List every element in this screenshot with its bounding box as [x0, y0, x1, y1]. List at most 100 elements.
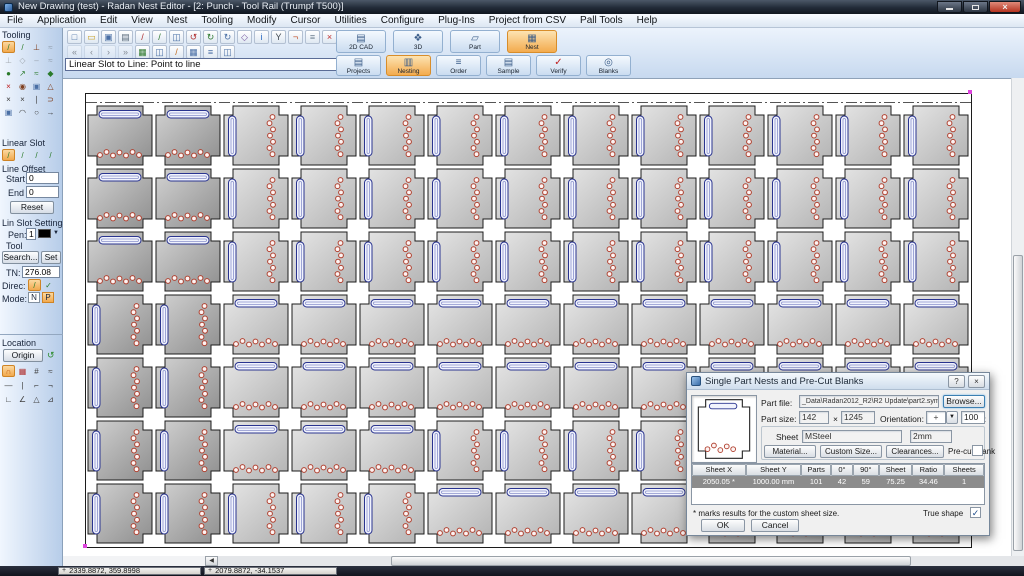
menu-nest[interactable]: Nest [160, 14, 195, 27]
tool-delete-icon[interactable]: × [2, 80, 15, 92]
origin-pick-icon[interactable]: ↺ [47, 350, 55, 361]
tool-linear-slot-icon[interactable]: / [2, 41, 15, 53]
clearances-button[interactable]: Clearances... [886, 445, 944, 458]
menu-cursor[interactable]: Cursor [284, 14, 328, 27]
table-header-0-[interactable]: 0° [831, 464, 853, 476]
snap-intersection-icon[interactable]: # [30, 365, 43, 377]
ok-button[interactable]: OK [701, 519, 745, 532]
mode-n-toggle[interactable]: N [28, 292, 40, 303]
print-icon[interactable]: ▤ [118, 30, 133, 44]
mode-p-toggle[interactable]: P [42, 292, 54, 303]
edit-pencil-icon[interactable]: / [135, 30, 150, 44]
close-button[interactable]: × [989, 1, 1021, 13]
orientation-dropdown[interactable]: + [926, 411, 946, 424]
snap-angle-icon[interactable]: ∠ [16, 393, 29, 405]
first-sheet-icon[interactable]: « [67, 45, 82, 59]
sketch-zoom-icon[interactable]: / [169, 45, 184, 59]
menu-project-from-csv[interactable]: Project from CSV [482, 14, 573, 27]
open-file-icon[interactable]: ▭ [84, 30, 99, 44]
draw-pen-icon[interactable]: / [152, 30, 167, 44]
tool-perp-slot-icon[interactable]: ⊥ [2, 54, 15, 66]
menu-tooling[interactable]: Tooling [194, 14, 240, 27]
true-shape-checkbox[interactable]: ✓ [970, 507, 981, 518]
workflow-verify[interactable]: ✓Verify [536, 55, 581, 76]
tool-cross-a-icon[interactable]: × [2, 93, 15, 105]
linear-slot-mid-icon[interactable]: / [16, 149, 29, 161]
tool-stamp-icon[interactable]: ▣ [30, 80, 43, 92]
tool-shape-icon[interactable]: △ [44, 80, 57, 92]
tool-cross-b-icon[interactable]: × [16, 93, 29, 105]
tool-slot-pair-icon[interactable]: ⊥ [30, 41, 43, 53]
pen-color-swatch[interactable] [38, 229, 51, 238]
menu-file[interactable]: File [0, 14, 30, 27]
start-input[interactable]: 0 [26, 172, 59, 184]
copy-icon[interactable]: ◫ [169, 30, 184, 44]
tool-eye-icon[interactable]: ◉ [16, 80, 29, 92]
minimize-button[interactable] [937, 1, 962, 13]
cancel-button[interactable]: Cancel [751, 519, 799, 532]
workflow-order[interactable]: ≡Order [436, 55, 481, 76]
snap-triangle-icon[interactable]: △ [30, 393, 43, 405]
save-file-icon[interactable]: ▣ [101, 30, 116, 44]
table-header-sheet-x[interactable]: Sheet X [692, 464, 746, 476]
info-icon[interactable]: i [254, 30, 269, 44]
horizontal-scrollbar[interactable]: ◀ [63, 556, 1024, 566]
split-view-icon[interactable]: ◫ [220, 45, 235, 59]
tool-fit-slot-icon[interactable]: ≈ [44, 54, 57, 66]
vertical-scrollbar-thumb[interactable] [1013, 255, 1023, 551]
new-drawing-icon[interactable]: □ [67, 30, 82, 44]
last-sheet-icon[interactable]: » [118, 45, 133, 59]
tool-arc-icon[interactable]: ◠ [16, 106, 29, 118]
snap-points-icon[interactable]: ≈ [44, 365, 57, 377]
snap-tangent-icon[interactable]: ⊿ [44, 393, 57, 405]
direction-check-icon[interactable]: ✓ [42, 279, 55, 291]
origin-button[interactable]: Origin [3, 349, 43, 362]
node-edit-icon[interactable]: ◇ [237, 30, 252, 44]
tool-chain-icon[interactable]: ↗ [16, 67, 29, 79]
undo-icon[interactable]: ↺ [186, 30, 201, 44]
sheet-table-icon[interactable]: ▦ [135, 45, 150, 59]
workflow-sample[interactable]: ▤Sample [486, 55, 531, 76]
snap-perpendicular-icon[interactable]: ∟ [2, 393, 15, 405]
snap-nearest-icon[interactable]: ∩ [2, 365, 15, 377]
linear-slot-chain-icon[interactable]: / [30, 149, 43, 161]
end-input[interactable]: 0 [26, 186, 59, 198]
delete-tooling-icon[interactable]: × [322, 30, 337, 44]
tool-circle-icon[interactable]: ○ [30, 106, 43, 118]
tool-point-icon[interactable]: ● [2, 67, 15, 79]
workflow-blanks[interactable]: ◎Blanks [586, 55, 631, 76]
pen-input[interactable]: 1 [26, 228, 36, 240]
table-header-sheet[interactable]: Sheet [879, 464, 913, 476]
workflow-nest[interactable]: ▦Nest [507, 30, 557, 53]
snap-flag-icon[interactable]: ¬ [288, 30, 303, 44]
scroll-left-arrow-icon[interactable]: ◀ [205, 556, 218, 566]
snap-corner-tl-icon[interactable]: ⌐ [30, 379, 43, 391]
tool-dash-slot-icon[interactable]: – [30, 54, 43, 66]
tool-corner-icon[interactable]: ▣ [2, 106, 15, 118]
menu-plug-ins[interactable]: Plug-Ins [431, 14, 482, 27]
tool-rail-icon[interactable]: ≡ [305, 30, 320, 44]
tool-diamond-icon[interactable]: ◆ [44, 67, 57, 79]
tool-spline-icon[interactable]: ≈ [30, 67, 43, 79]
direction-forward-icon[interactable]: / [28, 279, 41, 291]
vertical-scrollbar[interactable] [1011, 78, 1024, 556]
batch-value[interactable]: 100 [961, 411, 985, 424]
filter-icon[interactable]: Y [271, 30, 286, 44]
menu-pall-tools[interactable]: Pall Tools [573, 14, 630, 27]
dialog-close-button[interactable]: × [968, 375, 985, 388]
redo-icon[interactable]: ↻ [203, 30, 218, 44]
workflow-projects[interactable]: ▤Projects [336, 55, 381, 76]
horizontal-scrollbar-thumb[interactable] [391, 556, 911, 566]
dialog-title-bar[interactable]: Single Part Nests and Pre-Cut Blanks ? × [687, 373, 989, 390]
prev-sheet-icon[interactable]: ‹ [84, 45, 99, 59]
workflow-nesting[interactable]: ▥Nesting [386, 55, 431, 76]
dialog-help-button[interactable]: ? [948, 375, 965, 388]
menu-utilities[interactable]: Utilities [328, 14, 374, 27]
browse-button[interactable]: Browse... [943, 395, 985, 408]
tn-input[interactable]: 276.08 [22, 266, 60, 278]
workflow-3d[interactable]: ❖3D [393, 30, 443, 53]
tool-slot-array-icon[interactable]: ≈ [44, 41, 57, 53]
tool-align-icon[interactable]: → [44, 106, 57, 118]
snap-horizontal-icon[interactable]: — [2, 379, 15, 391]
linear-slot-single-icon[interactable]: / [2, 149, 15, 161]
